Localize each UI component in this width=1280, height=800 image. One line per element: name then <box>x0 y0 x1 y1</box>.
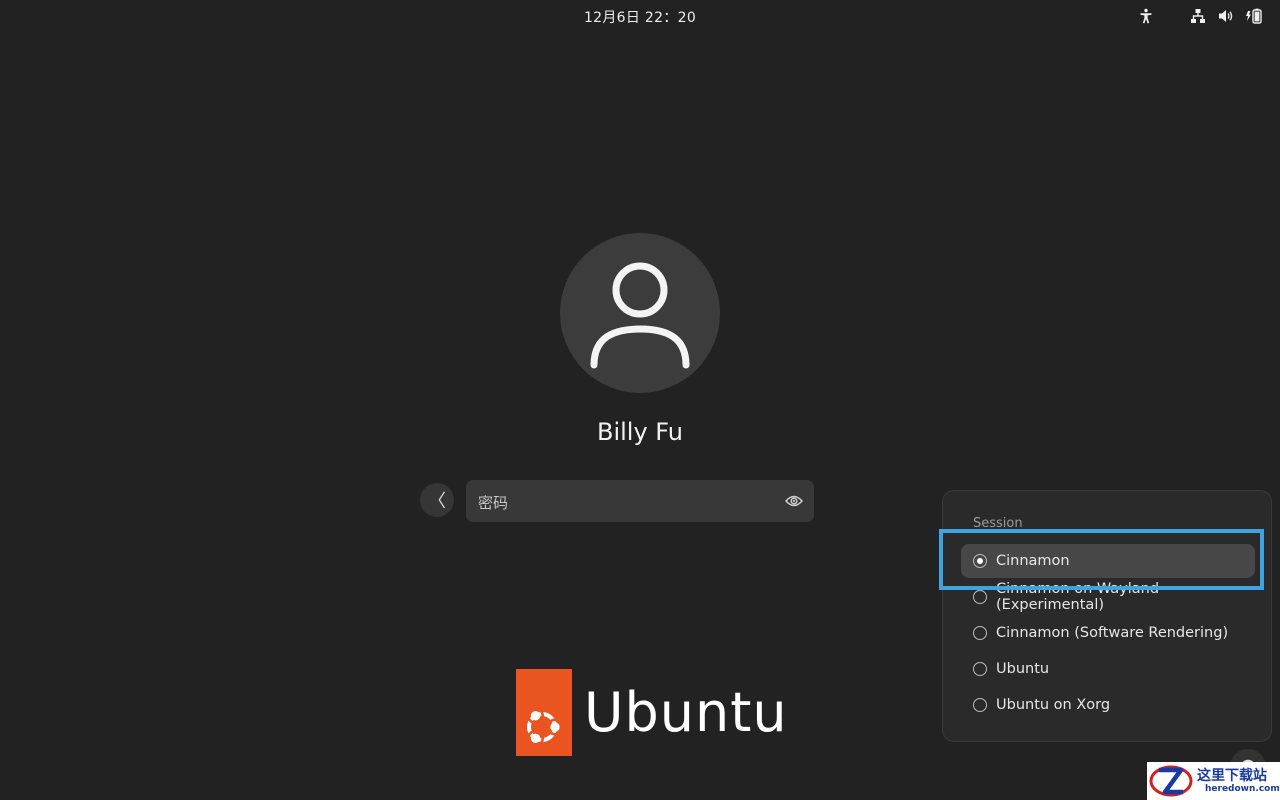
back-button[interactable]: 〈 <box>420 483 454 517</box>
password-placeholder: 密码 <box>478 494 509 512</box>
top-bar: 12月6日 22：20 <box>0 0 1280 32</box>
chevron-left-icon: 〈 <box>428 491 446 512</box>
session-item-ubuntu-xorg[interactable]: Ubuntu on Xorg <box>961 688 1255 722</box>
radio-unselected-icon <box>973 626 987 640</box>
accessibility-icon[interactable] <box>1134 6 1158 26</box>
watermark-title: 这里下载站 <box>1197 768 1267 784</box>
highlight-annotation <box>939 529 1264 590</box>
username-label: Billy Fu <box>596 418 683 446</box>
session-item-ubuntu[interactable]: Ubuntu <box>961 652 1255 686</box>
network-icon <box>1184 6 1212 26</box>
password-field[interactable]: 密码 <box>466 480 814 522</box>
login-screen: 12月6日 22：20 Billy Fu 〈 密码 Ubuntu Session… <box>0 0 1280 800</box>
clock[interactable]: 12月6日 22：20 <box>0 7 1280 27</box>
session-menu: Session Cinnamon Cinnamon on Wayland (Ex… <box>942 490 1272 742</box>
battery-icon <box>1240 6 1268 26</box>
system-tray[interactable] <box>1184 6 1268 26</box>
radio-unselected-icon <box>973 698 987 712</box>
radio-unselected-icon <box>973 590 987 604</box>
user-avatar <box>560 233 720 393</box>
ubuntu-logo: Ubuntu <box>516 669 788 756</box>
show-password-icon[interactable] <box>784 491 804 511</box>
session-item-label: Cinnamon (Software Rendering) <box>996 625 1229 641</box>
ubuntu-wordmark: Ubuntu <box>584 680 788 744</box>
watermark-url: heredown.com <box>1205 784 1280 794</box>
session-item-label: Ubuntu <box>996 661 1050 677</box>
ubuntu-circle-of-friends-icon <box>516 669 572 756</box>
session-item-label: Ubuntu on Xorg <box>996 697 1111 713</box>
user-icon <box>590 262 690 369</box>
watermark-logo-icon <box>1149 765 1193 797</box>
radio-unselected-icon <box>973 662 987 676</box>
site-watermark: 这里下载站 heredown.com <box>1147 762 1280 800</box>
volume-icon <box>1212 6 1240 26</box>
session-item-cinnamon-software[interactable]: Cinnamon (Software Rendering) <box>961 616 1255 650</box>
